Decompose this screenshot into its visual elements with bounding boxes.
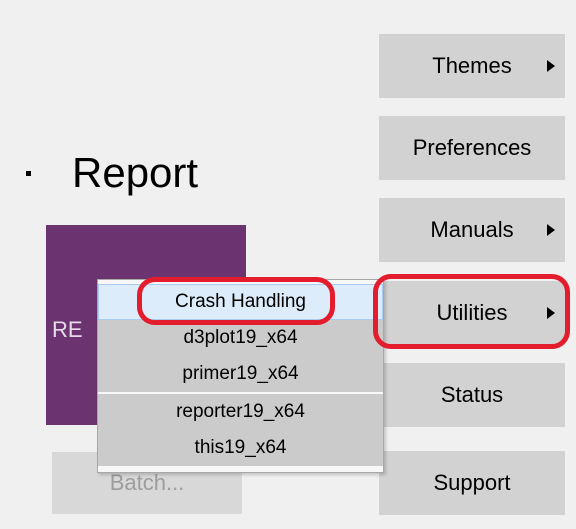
- utilities-menu: Crash Handling d3plot19_x64 primer19_x64…: [97, 279, 384, 473]
- tile-text-line1: RE: [52, 317, 83, 342]
- utilities-button[interactable]: Utilities: [379, 281, 565, 345]
- status-button-label: Status: [440, 382, 504, 407]
- menu-item-primer[interactable]: primer19_x64: [98, 356, 383, 392]
- menu-item-this[interactable]: this19_x64: [98, 430, 383, 466]
- themes-button-label: Themes: [432, 53, 512, 78]
- bullet-icon: [26, 171, 31, 176]
- support-button[interactable]: Support: [379, 451, 565, 515]
- themes-button[interactable]: Themes: [379, 34, 565, 98]
- preferences-button-label: Preferences: [412, 135, 532, 160]
- status-button[interactable]: Status: [379, 363, 565, 427]
- support-button-label: Support: [433, 470, 511, 495]
- submenu-arrow-icon: [547, 307, 555, 319]
- page-title: Report: [72, 149, 199, 196]
- menu-item-crash-handling[interactable]: Crash Handling: [98, 284, 383, 320]
- menu-item-d3plot[interactable]: d3plot19_x64: [98, 320, 383, 356]
- utilities-button-label: Utilities: [436, 300, 508, 325]
- submenu-arrow-icon: [547, 224, 555, 236]
- manuals-button-label: Manuals: [430, 217, 514, 242]
- menu-item-reporter[interactable]: reporter19_x64: [98, 394, 383, 430]
- manuals-button[interactable]: Manuals: [379, 198, 565, 262]
- submenu-arrow-icon: [547, 60, 555, 72]
- preferences-button[interactable]: Preferences: [379, 116, 565, 180]
- report-panel: Report RE C Batch... Themes Preferences …: [0, 0, 576, 529]
